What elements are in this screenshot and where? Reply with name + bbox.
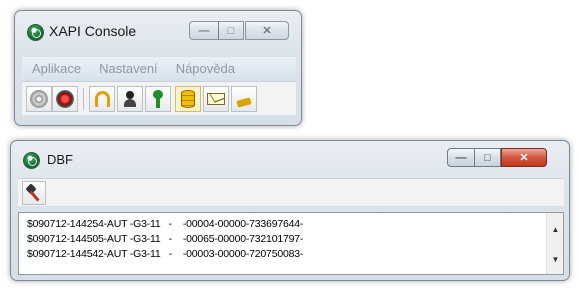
- list-item[interactable]: $090712-144542-AUT -G3-11 - -00003-00000…: [27, 248, 541, 263]
- mail-icon: [207, 93, 225, 105]
- maximize-icon: □: [227, 24, 235, 37]
- minimize-icon: ―: [455, 151, 467, 164]
- user-icon: [121, 90, 139, 108]
- horseshoe-button[interactable]: [89, 86, 115, 112]
- xml-icon: [235, 90, 253, 108]
- tools-button[interactable]: [22, 181, 46, 205]
- list-item[interactable]: $090712-144505-AUT -G3-11 - -00065-00000…: [27, 233, 541, 248]
- menu-aplikace[interactable]: Aplikace: [32, 61, 81, 76]
- menu-napoveda[interactable]: Nápověda: [176, 61, 235, 76]
- tools-icon: [25, 184, 43, 202]
- cd-button[interactable]: [26, 86, 52, 112]
- user-button[interactable]: [117, 86, 143, 112]
- dbf-app-icon: [23, 152, 40, 169]
- minimize-icon: ―: [198, 24, 210, 37]
- record-rows: $090712-144254-AUT -G3-11 - -00004-00000…: [27, 218, 541, 263]
- record-icon: [56, 90, 74, 108]
- database-button[interactable]: [175, 86, 201, 112]
- vertical-scrollbar[interactable]: ▲ ▼: [546, 213, 563, 274]
- maximize-icon: □: [484, 151, 491, 164]
- xml-button[interactable]: [231, 86, 257, 112]
- dbf-close-button[interactable]: ✕: [501, 148, 547, 167]
- record-button[interactable]: [52, 86, 78, 112]
- close-icon: ✕: [519, 152, 529, 164]
- dbf-window-title: DBF: [47, 152, 73, 167]
- xapi-app-icon: [27, 24, 44, 41]
- dbf-titlebar[interactable]: DBF ― □ ✕: [11, 141, 569, 175]
- xapi-maximize-button[interactable]: □: [218, 21, 244, 40]
- xapi-toolbar: [22, 81, 296, 115]
- xapi-titlebar[interactable]: XAPI Console ― □ ✕: [15, 11, 301, 45]
- xapi-console-window[interactable]: XAPI Console ― □ ✕ Aplikace Nastavení Ná…: [14, 10, 302, 126]
- mail-button[interactable]: [203, 86, 229, 112]
- dbf-maximize-button[interactable]: □: [474, 148, 501, 167]
- database-icon: [181, 90, 195, 108]
- dbf-minimize-button[interactable]: ―: [447, 148, 475, 167]
- xapi-minimize-button[interactable]: ―: [189, 21, 219, 40]
- toolbar-separator: [83, 88, 84, 110]
- scroll-up-icon[interactable]: ▲: [549, 223, 562, 236]
- xapi-window-title: XAPI Console: [49, 23, 137, 39]
- close-icon: ✕: [262, 25, 272, 37]
- list-item[interactable]: $090712-144254-AUT -G3-11 - -00004-00000…: [27, 218, 541, 233]
- cd-icon: [30, 90, 48, 108]
- key-icon: [149, 90, 167, 108]
- key-button[interactable]: [145, 86, 171, 112]
- scroll-down-icon[interactable]: ▼: [549, 253, 562, 266]
- dbf-toolbar: [18, 178, 564, 206]
- dbf-record-list[interactable]: $090712-144254-AUT -G3-11 - -00004-00000…: [18, 212, 564, 275]
- dbf-window[interactable]: DBF ― □ ✕ $090712-144254-AUT -G3-11 - -0…: [10, 140, 570, 281]
- xapi-menubar: Aplikace Nastavení Nápověda: [22, 57, 296, 79]
- xapi-close-button[interactable]: ✕: [245, 21, 289, 40]
- menu-nastaveni[interactable]: Nastavení: [99, 61, 158, 76]
- horseshoe-icon: [94, 91, 110, 107]
